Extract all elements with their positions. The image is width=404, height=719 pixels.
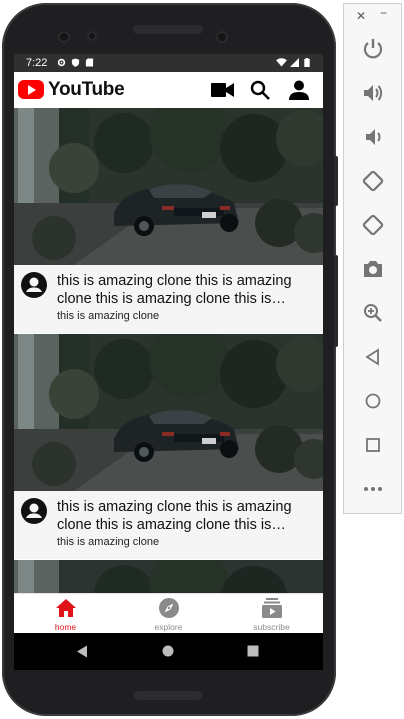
nav-label-explore: explore: [154, 622, 183, 632]
camera-icon[interactable]: [361, 257, 385, 281]
volume-down-icon[interactable]: [361, 125, 385, 149]
video-meta: this is amazing clone this is amazing cl…: [14, 265, 323, 333]
video-channel[interactable]: this is amazing clone: [57, 536, 159, 548]
zoom-icon[interactable]: [361, 301, 385, 325]
nav-item-explore[interactable]: explore: [117, 594, 220, 634]
home-icon: [56, 599, 76, 617]
power-side-button: [334, 156, 338, 206]
avatar-icon[interactable]: [21, 272, 47, 298]
compass-icon: [159, 598, 179, 618]
status-time: 7:22: [26, 57, 48, 69]
rotate-right-icon[interactable]: [361, 213, 385, 237]
more-icon[interactable]: [361, 477, 385, 501]
account-icon[interactable]: [288, 80, 310, 100]
signal-icon: [290, 58, 299, 67]
minimize-icon[interactable]: −: [380, 6, 387, 20]
app-title: YouTube: [48, 79, 125, 100]
home-circle-icon[interactable]: [162, 645, 174, 657]
nav-label-subscribe: subscribe: [253, 622, 290, 632]
youtube-logo-icon: [18, 80, 44, 99]
video-thumbnail[interactable]: [14, 560, 323, 593]
video-card[interactable]: [14, 560, 323, 593]
search-icon[interactable]: [250, 80, 272, 100]
front-sensor: [87, 31, 97, 41]
settings-icon: [57, 58, 66, 67]
volume-side-button: [334, 255, 338, 347]
wifi-icon: [276, 58, 287, 67]
subscriptions-icon: [262, 598, 282, 618]
video-feed[interactable]: this is amazing clone this is amazing cl…: [14, 108, 323, 593]
video-thumbnail[interactable]: [14, 108, 323, 265]
volume-up-icon[interactable]: [361, 81, 385, 105]
close-icon[interactable]: ✕: [356, 9, 366, 23]
nav-label-home: home: [54, 622, 77, 632]
overview-icon[interactable]: [247, 645, 259, 657]
earpiece-speaker: [133, 25, 203, 34]
bottom-speaker: [133, 691, 203, 700]
video-thumbnail[interactable]: [14, 334, 323, 491]
back-icon[interactable]: [76, 645, 88, 658]
overview-icon[interactable]: [361, 433, 385, 457]
video-camera-icon[interactable]: [211, 80, 235, 100]
front-sensor: [216, 31, 228, 43]
avatar-icon[interactable]: [21, 498, 47, 524]
app-bar: YouTube: [14, 72, 323, 108]
emulator-toolbar: ✕ −: [343, 3, 402, 514]
home-circle-icon[interactable]: [361, 389, 385, 413]
video-card[interactable]: this is amazing clone this is amazing cl…: [14, 334, 323, 559]
status-bar: 7:22: [14, 54, 323, 72]
sd-card-icon: [85, 58, 94, 67]
bottom-navigation: home explore subscribe: [14, 593, 323, 634]
video-card[interactable]: this is amazing clone this is amazing cl…: [14, 108, 323, 333]
battery-icon: [304, 58, 310, 67]
rotate-left-icon[interactable]: [361, 169, 385, 193]
android-navigation-bar: [14, 633, 323, 670]
power-icon[interactable]: [361, 37, 385, 61]
phone-screen: 7:22 YouTube this is amazing clone this …: [14, 54, 323, 670]
front-camera: [58, 31, 70, 43]
nav-item-home[interactable]: home: [14, 594, 117, 634]
nav-item-subscribe[interactable]: subscribe: [220, 594, 323, 634]
back-icon[interactable]: [361, 345, 385, 369]
shield-icon: [71, 58, 80, 67]
video-title[interactable]: this is amazing clone this is amazing cl…: [57, 498, 315, 534]
video-meta: this is amazing clone this is amazing cl…: [14, 491, 323, 559]
video-title[interactable]: this is amazing clone this is amazing cl…: [57, 272, 315, 308]
video-channel[interactable]: this is amazing clone: [57, 310, 159, 322]
